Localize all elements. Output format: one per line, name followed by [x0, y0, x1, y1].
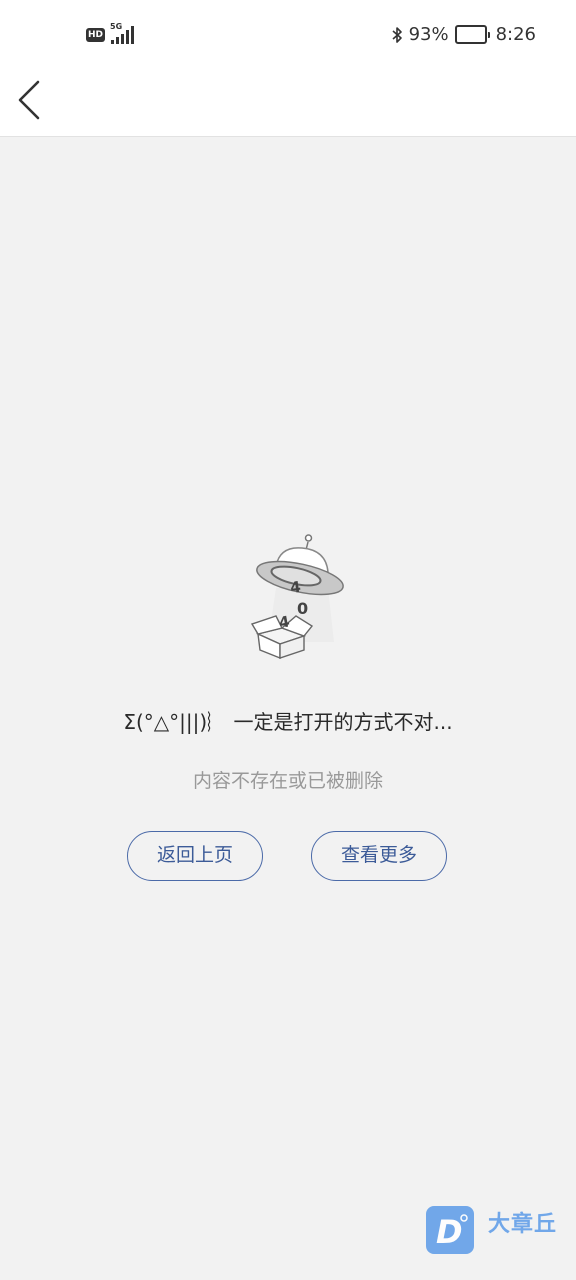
status-right: 93% 8:26	[391, 24, 536, 45]
signal-icon: 5G	[110, 22, 135, 44]
app-watermark: D 大章丘	[426, 1204, 576, 1256]
network-indicators: HD 5G	[86, 22, 135, 44]
app-logo-icon: D	[426, 1206, 474, 1254]
view-more-button[interactable]: 查看更多	[311, 831, 447, 881]
network-type-label: 5G	[110, 22, 123, 31]
error-title: Σ(°△°|||)︴ 一定是打开的方式不对...	[123, 710, 453, 734]
chevron-left-icon	[18, 80, 40, 120]
battery-percent: 93%	[408, 24, 449, 45]
error-subtitle: 内容不存在或已被删除	[192, 770, 383, 792]
digit-middle: 0	[297, 599, 308, 618]
logo-letter: D	[436, 1213, 463, 1251]
ufo-404-illustration: 4 0 4	[250, 534, 344, 660]
watermark-text: 大章丘	[488, 1212, 558, 1237]
back-button[interactable]	[12, 76, 52, 122]
hd-badge: HD	[86, 28, 106, 42]
go-back-button[interactable]: 返回上页	[127, 831, 263, 881]
clock: 8:26	[495, 24, 536, 45]
nav-bar	[0, 72, 576, 137]
bluetooth-icon	[392, 26, 402, 43]
status-bar: HD 5G 93% 8:26	[0, 0, 576, 72]
error-page: HD 5G 93% 8:26 4 0 4 Σ(°△°|||)︴ 一定是打开的方式…	[0, 0, 576, 1280]
battery-icon	[454, 25, 490, 44]
